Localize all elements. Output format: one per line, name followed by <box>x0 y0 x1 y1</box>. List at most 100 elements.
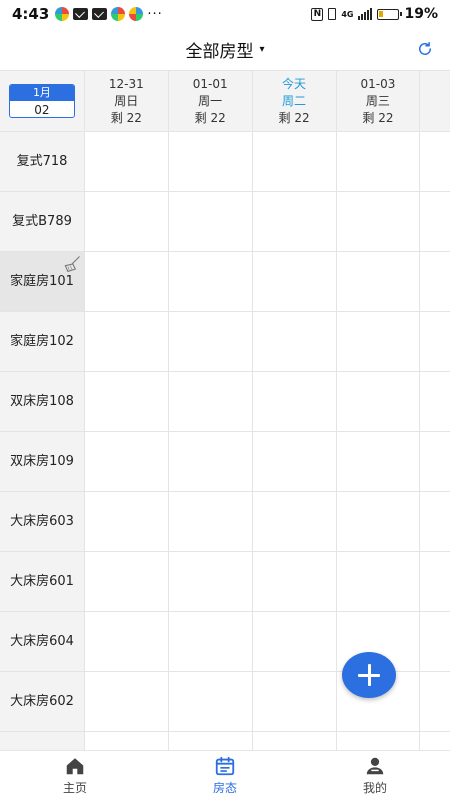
room-day-cell[interactable] <box>420 372 450 431</box>
room-name-label: 大床房603 <box>10 513 74 529</box>
calendar-icon <box>215 756 235 776</box>
add-booking-button[interactable] <box>342 652 396 698</box>
status-right: N 4G 19% <box>311 6 438 22</box>
room-name-label: 家庭房102 <box>10 333 74 349</box>
room-day-cell[interactable] <box>336 132 421 191</box>
chevron-down-icon: ▾ <box>259 43 265 55</box>
room-row: 大床房603 <box>0 492 450 552</box>
room-day-cell[interactable] <box>252 432 337 491</box>
room-name-cell[interactable]: 复式718 <box>0 132 85 191</box>
room-day-cell[interactable] <box>168 492 253 551</box>
more-notifications-icon: ··· <box>147 6 163 22</box>
room-day-cell[interactable] <box>85 432 169 491</box>
remaining-rooms-label: 剩 22 <box>362 111 394 125</box>
room-name-cell[interactable]: 大床房601 <box>0 552 85 611</box>
room-name-cell[interactable]: 双床房109 <box>0 432 85 491</box>
room-day-cell[interactable] <box>85 192 169 251</box>
room-name-cell[interactable]: 双床房108 <box>0 372 85 431</box>
message-icon <box>73 8 89 20</box>
room-day-cell[interactable] <box>420 732 450 750</box>
room-day-cell[interactable] <box>336 312 421 371</box>
month-corner[interactable]: 1月 02 <box>0 71 85 131</box>
room-name-label: 大床房601 <box>10 573 74 589</box>
room-day-cell[interactable] <box>85 252 169 311</box>
room-day-cell[interactable] <box>420 132 450 191</box>
room-name-cell[interactable]: 家庭房101 <box>0 252 85 311</box>
room-day-cell[interactable] <box>336 552 421 611</box>
room-day-cell[interactable] <box>85 552 169 611</box>
status-bar: 4:43 ··· N 4G 19% <box>0 0 450 28</box>
room-name-cell[interactable]: 复式B789 <box>0 192 85 251</box>
room-day-cell[interactable] <box>252 252 337 311</box>
room-day-cell[interactable] <box>168 432 253 491</box>
network-type: 4G <box>341 9 354 19</box>
room-row: 大床房1 <box>0 732 450 750</box>
room-day-cell[interactable] <box>420 432 450 491</box>
room-day-cell[interactable] <box>252 372 337 431</box>
room-day-cell[interactable] <box>420 552 450 611</box>
room-day-cell[interactable] <box>168 192 253 251</box>
home-icon <box>66 758 84 775</box>
month-badge[interactable]: 1月 02 <box>8 84 75 118</box>
room-name-cell[interactable]: 大床房1 <box>0 732 85 750</box>
room-day-cell[interactable] <box>168 672 253 731</box>
room-day-cell[interactable] <box>168 312 253 371</box>
room-day-cell[interactable] <box>420 312 450 371</box>
room-day-cell[interactable] <box>252 552 337 611</box>
room-day-cell[interactable] <box>168 132 253 191</box>
room-day-cell[interactable] <box>252 132 337 191</box>
room-day-cell[interactable] <box>336 492 421 551</box>
nav-item-mine[interactable]: 我的 <box>300 751 450 800</box>
room-day-cell[interactable] <box>336 252 421 311</box>
room-day-cell[interactable] <box>85 372 169 431</box>
date-column-header-today: 今天 周二 剩 22 <box>253 71 337 131</box>
room-day-cell[interactable] <box>420 672 450 731</box>
room-day-cell[interactable] <box>336 372 421 431</box>
remaining-rooms-label: 剩 22 <box>110 111 142 125</box>
room-status-grid: 1月 02 12-31 周日 剩 22 01-01 周一 剩 22 今天 周二 … <box>0 70 450 750</box>
room-day-cell[interactable] <box>168 732 253 750</box>
room-day-cell[interactable] <box>336 732 421 750</box>
nav-item-room-status[interactable]: 房态 <box>150 751 300 800</box>
room-name-cell[interactable]: 大床房603 <box>0 492 85 551</box>
room-day-cell[interactable] <box>252 312 337 371</box>
room-day-cell[interactable] <box>252 732 337 750</box>
room-name-label: 大床房602 <box>10 693 74 709</box>
room-day-cell[interactable] <box>336 192 421 251</box>
room-day-cell[interactable] <box>252 672 337 731</box>
refresh-icon[interactable] <box>416 40 434 58</box>
room-day-cell[interactable] <box>420 492 450 551</box>
room-day-cell[interactable] <box>85 672 169 731</box>
room-day-cell[interactable] <box>420 252 450 311</box>
room-name-label: 大床房604 <box>10 633 74 649</box>
room-day-cell[interactable] <box>168 372 253 431</box>
date-label: 12-31 <box>108 77 144 91</box>
room-name-cell[interactable]: 家庭房102 <box>0 312 85 371</box>
room-type-dropdown[interactable]: 全部房型 ▾ <box>185 37 264 62</box>
room-day-cell[interactable] <box>85 312 169 371</box>
room-day-cell[interactable] <box>85 612 169 671</box>
remaining-rooms-label: 剩 22 <box>194 111 226 125</box>
room-row: 大床房601 <box>0 552 450 612</box>
top-bar: 全部房型 ▾ <box>0 28 450 70</box>
room-day-cell[interactable] <box>85 132 169 191</box>
room-day-cell[interactable] <box>85 492 169 551</box>
room-day-cell[interactable] <box>336 432 421 491</box>
room-day-cell[interactable] <box>420 612 450 671</box>
battery-percent: 19% <box>404 6 438 22</box>
room-day-cell[interactable] <box>252 192 337 251</box>
room-day-cell[interactable] <box>252 612 337 671</box>
room-day-cell[interactable] <box>85 732 169 750</box>
room-day-cell[interactable] <box>168 552 253 611</box>
room-row: 双床房109 <box>0 432 450 492</box>
room-day-cell[interactable] <box>168 252 253 311</box>
room-day-cell[interactable] <box>168 612 253 671</box>
nav-item-home[interactable]: 主页 <box>0 751 150 800</box>
remaining-rooms-label: 剩 22 <box>278 111 310 125</box>
room-day-cell[interactable] <box>252 492 337 551</box>
room-name-cell[interactable]: 大床房602 <box>0 672 85 731</box>
room-day-cell[interactable] <box>420 192 450 251</box>
room-row: 复式718 <box>0 132 450 192</box>
room-name-cell[interactable]: 大床房604 <box>0 612 85 671</box>
bottom-nav: 主页 房态 我的 <box>0 750 450 800</box>
